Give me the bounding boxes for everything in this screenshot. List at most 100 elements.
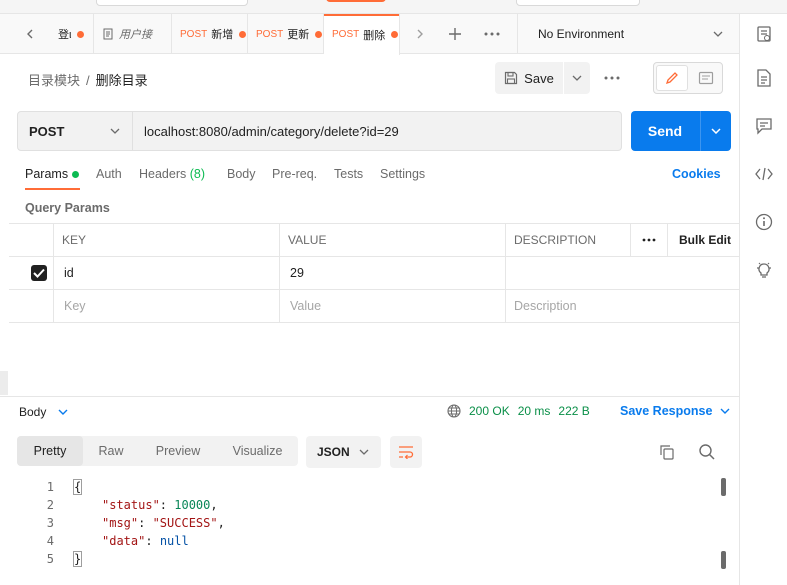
tab-params[interactable]: Params: [25, 167, 80, 181]
copy-icon[interactable]: [658, 443, 676, 461]
documentation-icon[interactable]: [754, 68, 774, 88]
json-key: "status": [102, 498, 160, 512]
table-row-empty: Key Value Description: [9, 289, 739, 323]
tab-headers-label: Headers: [139, 167, 187, 181]
tab-label: 删除: [363, 29, 386, 42]
tab-method: POST: [332, 29, 360, 40]
send-label: Send: [647, 123, 683, 139]
tab-update[interactable]: POST 更新: [248, 14, 324, 54]
comments-icon[interactable]: [754, 116, 774, 136]
wrap-lines-button[interactable]: [390, 436, 422, 468]
param-value-input[interactable]: 29: [279, 257, 505, 289]
upgrade-button-edge[interactable]: [326, 0, 386, 2]
save-response-button[interactable]: Save Response: [620, 404, 730, 418]
info-icon[interactable]: [754, 212, 774, 232]
tab-auth[interactable]: Auth: [96, 167, 122, 181]
table-header-row: KEY VALUE DESCRIPTION Bulk Edit: [9, 223, 739, 256]
view-tab-visualize[interactable]: Visualize: [217, 436, 298, 466]
view-tab-pretty[interactable]: Pretty: [17, 436, 83, 466]
search-bar-edge[interactable]: [96, 0, 248, 6]
json-string: "SUCCESS": [152, 516, 218, 530]
tab-tests[interactable]: Tests: [334, 167, 363, 181]
tab-label: 新增: [211, 29, 234, 41]
environment-selector[interactable]: No Environment: [517, 14, 739, 54]
line-number: 2: [46, 498, 54, 512]
method-selector[interactable]: POST: [17, 111, 133, 151]
tab-delete[interactable]: POST 删除: [324, 14, 400, 55]
pane-resize-handle[interactable]: [0, 371, 8, 395]
code-line: "msg": "SUCCESS",: [102, 516, 225, 530]
new-tab-plus-icon[interactable]: [442, 14, 468, 54]
response-body-label: Body: [19, 405, 47, 419]
save-label: Save: [524, 70, 554, 86]
breadcrumb-separator: /: [86, 73, 90, 88]
header-value: VALUE: [279, 224, 505, 256]
tab-user-api[interactable]: 用户接: [94, 14, 172, 54]
view-tab-preview[interactable]: Preview: [139, 436, 217, 466]
save-response-label: Save Response: [620, 404, 713, 418]
tab-method: POST: [180, 28, 208, 40]
chevron-down-icon: [110, 128, 120, 134]
environment-quick-look-icon[interactable]: [754, 24, 774, 44]
save-button[interactable]: Save: [495, 62, 563, 94]
tab-login[interactable]: 登ι: [50, 14, 94, 54]
tabs-scroll-right-icon[interactable]: [408, 14, 432, 54]
breadcrumb-parent[interactable]: 目录模块: [28, 73, 80, 88]
param-key-input[interactable]: id: [53, 257, 279, 289]
lightbulb-icon[interactable]: [754, 260, 774, 280]
header-check-cell: [9, 224, 53, 256]
send-options-chevron-icon[interactable]: [701, 111, 731, 151]
globe-icon[interactable]: [447, 404, 461, 418]
row-checkbox-cell: [9, 257, 53, 289]
status-code[interactable]: 200 OK: [469, 404, 510, 418]
search-icon[interactable]: [698, 443, 716, 461]
new-value-input[interactable]: Value: [279, 290, 505, 322]
param-enabled-checkbox[interactable]: [31, 265, 47, 281]
format-label: JSON: [317, 445, 350, 459]
response-meta: 200 OK 20 ms 222 B: [447, 404, 590, 418]
new-key-input[interactable]: Key: [53, 290, 279, 322]
code-line: }: [72, 550, 83, 568]
send-button[interactable]: Send: [631, 111, 731, 151]
active-tab-underline: [25, 188, 80, 190]
tab-body[interactable]: Body: [227, 167, 256, 181]
edit-mode-pencil-icon[interactable]: [656, 65, 688, 91]
column-options-more-icon[interactable]: [630, 224, 667, 256]
format-selector[interactable]: JSON: [306, 436, 381, 468]
url-input[interactable]: localhost:8080/admin/category/delete?id=…: [133, 111, 622, 151]
response-size[interactable]: 222 B: [558, 404, 589, 418]
unsaved-dot: [77, 30, 85, 38]
new-description-input[interactable]: Description: [505, 290, 739, 322]
tabs-scroll-left-icon[interactable]: [18, 14, 42, 54]
line-number: 3: [46, 516, 54, 530]
response-body-selector[interactable]: Body: [19, 405, 68, 419]
scrollbar-thumb-bottom[interactable]: [721, 551, 726, 569]
cookies-link[interactable]: Cookies: [672, 167, 721, 181]
tab-settings[interactable]: Settings: [380, 167, 425, 181]
tab-method: POST: [256, 28, 284, 40]
bulk-edit-button[interactable]: Bulk Edit: [667, 224, 739, 256]
environment-label: No Environment: [538, 27, 625, 41]
tab-add[interactable]: POST 新增: [172, 14, 248, 54]
chevron-down-icon: [572, 75, 582, 81]
request-more-options-icon[interactable]: [598, 62, 626, 94]
code-snippet-icon[interactable]: [754, 164, 774, 184]
unsaved-dot: [315, 30, 323, 38]
code-line: "status": 10000,: [102, 498, 218, 512]
tab-prereq[interactable]: Pre-req.: [272, 167, 317, 181]
documentation-mode-icon[interactable]: [692, 65, 720, 91]
breadcrumb-current[interactable]: 删除目录: [96, 73, 148, 88]
chevron-down-icon: [359, 449, 369, 455]
chevron-down-icon: [713, 31, 723, 37]
param-description-input[interactable]: [505, 257, 739, 289]
scrollbar-thumb-top[interactable]: [721, 478, 726, 496]
workspace-control-edge[interactable]: [516, 0, 640, 6]
params-active-dot: [72, 171, 80, 179]
response-time[interactable]: 20 ms: [518, 404, 551, 418]
view-tab-raw[interactable]: Raw: [83, 436, 139, 466]
response-code-view[interactable]: 1 2 3 4 5 { "status": 10000, "msg": "SUC…: [30, 478, 720, 578]
line-number: 1: [46, 480, 54, 494]
save-options-dropdown[interactable]: [564, 62, 590, 94]
tab-headers[interactable]: Headers (8): [139, 167, 205, 181]
tab-options-more-icon[interactable]: [478, 14, 506, 54]
